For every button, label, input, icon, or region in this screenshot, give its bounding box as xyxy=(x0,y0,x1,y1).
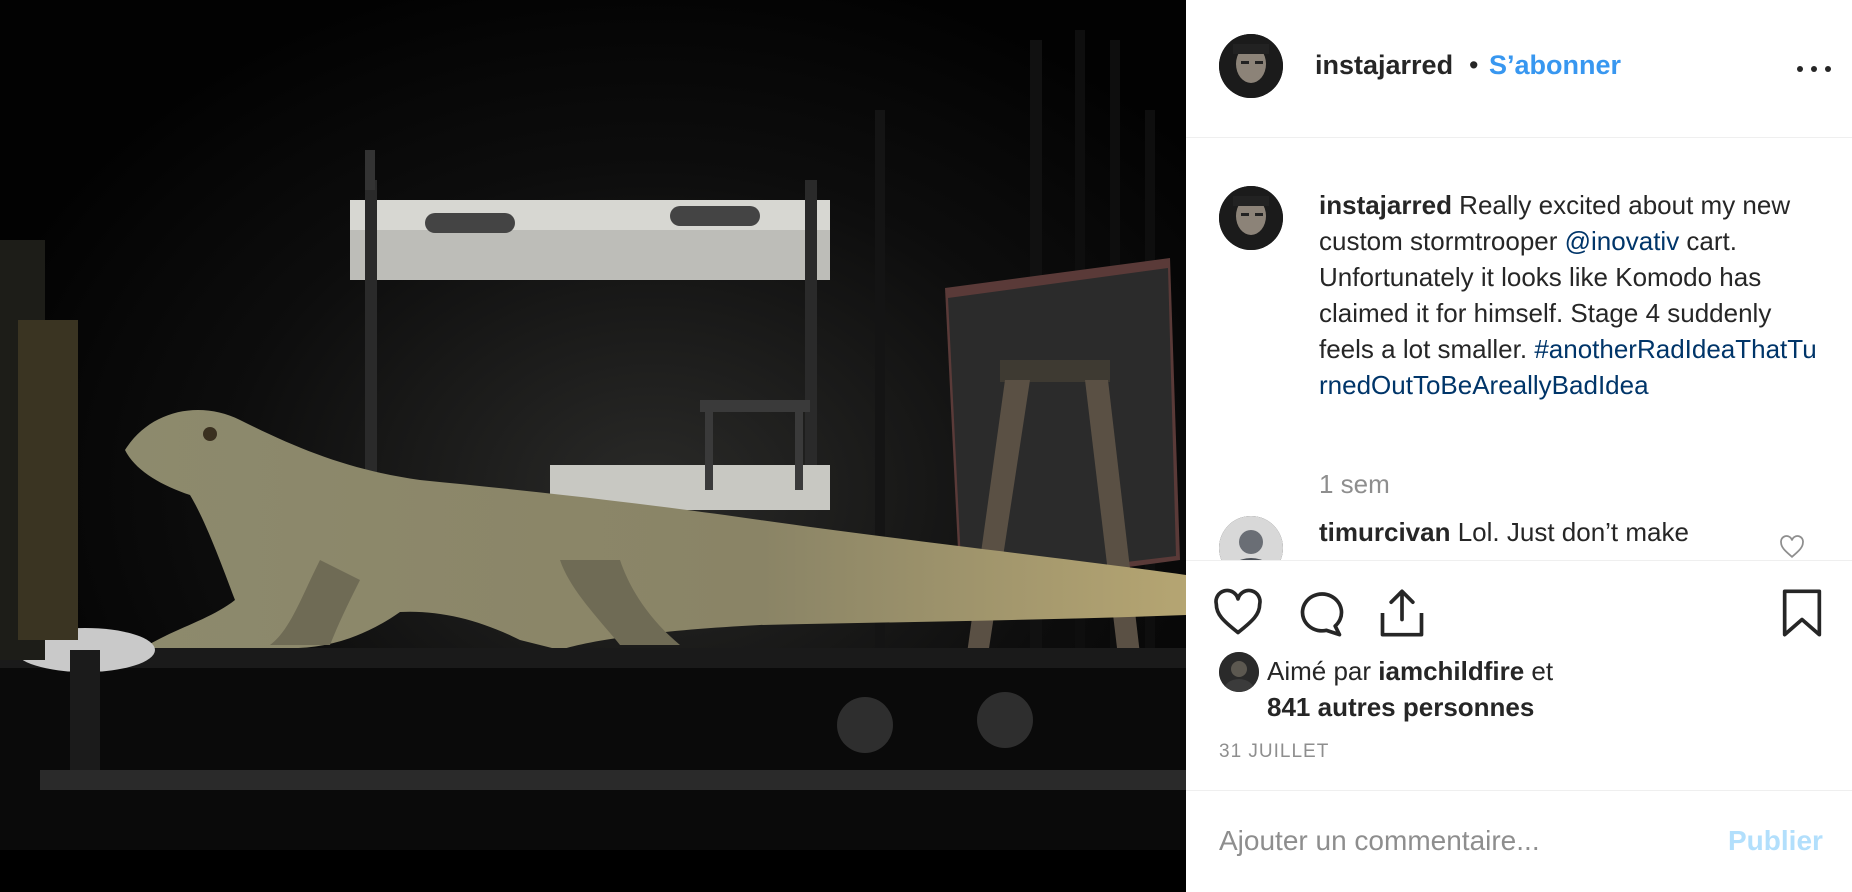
post-photo[interactable] xyxy=(0,0,1186,892)
comment-bubble-icon[interactable] xyxy=(1294,587,1346,639)
liker-avatar[interactable] xyxy=(1219,652,1259,692)
author-username[interactable]: instajarred xyxy=(1315,50,1453,81)
caption-author-avatar[interactable] xyxy=(1219,186,1283,250)
commenter-avatar[interactable] xyxy=(1219,516,1283,560)
instagram-post-modal: instajarred • S’abonner instajarred Real… xyxy=(0,0,1852,892)
add-comment-bar: Publier xyxy=(1186,790,1852,892)
post-date[interactable]: 31 JUILLET xyxy=(1219,741,1329,763)
heart-icon[interactable] xyxy=(1212,587,1264,639)
publish-button[interactable]: Publier xyxy=(1728,825,1823,857)
author-avatar[interactable] xyxy=(1219,34,1283,98)
more-horizontal-icon[interactable] xyxy=(1796,52,1832,82)
komodo-dragon-photo xyxy=(0,0,1186,892)
post-actions: Aimé par iamchildfire et 841 autres pers… xyxy=(1186,560,1852,790)
small-heart-icon[interactable] xyxy=(1778,535,1806,559)
likes-summary[interactable]: Aimé par iamchildfire et 841 autres pers… xyxy=(1267,653,1553,725)
share-upload-icon[interactable] xyxy=(1376,587,1428,639)
likes-conjunction: et xyxy=(1524,656,1554,686)
liker-username[interactable]: iamchildfire xyxy=(1378,656,1524,686)
post-header: instajarred • S’abonner xyxy=(1186,0,1852,138)
separator-dot: • xyxy=(1469,50,1479,80)
comment-username[interactable]: timurcivan xyxy=(1319,517,1451,547)
likes-prefix: Aimé par xyxy=(1267,656,1379,686)
likes-others-count[interactable]: 841 autres personnes xyxy=(1267,692,1534,722)
comment-item: timurcivan Lol. Just don’t make xyxy=(1319,514,1689,550)
comments-list[interactable]: instajarred Really excited about my new … xyxy=(1186,139,1852,560)
comment-input[interactable] xyxy=(1219,821,1719,861)
follow-button[interactable]: S’abonner xyxy=(1489,50,1621,81)
caption-username[interactable]: instajarred xyxy=(1319,190,1452,220)
caption-timestamp[interactable]: 1 sem xyxy=(1319,469,1390,500)
comment-text: Lol. Just don’t make xyxy=(1450,517,1689,547)
post-caption: instajarred Really excited about my new … xyxy=(1319,187,1819,403)
post-side-panel: instajarred • S’abonner instajarred Real… xyxy=(1186,0,1852,892)
bookmark-icon[interactable] xyxy=(1776,587,1828,639)
caption-mention-link[interactable]: @inovativ xyxy=(1565,226,1680,256)
